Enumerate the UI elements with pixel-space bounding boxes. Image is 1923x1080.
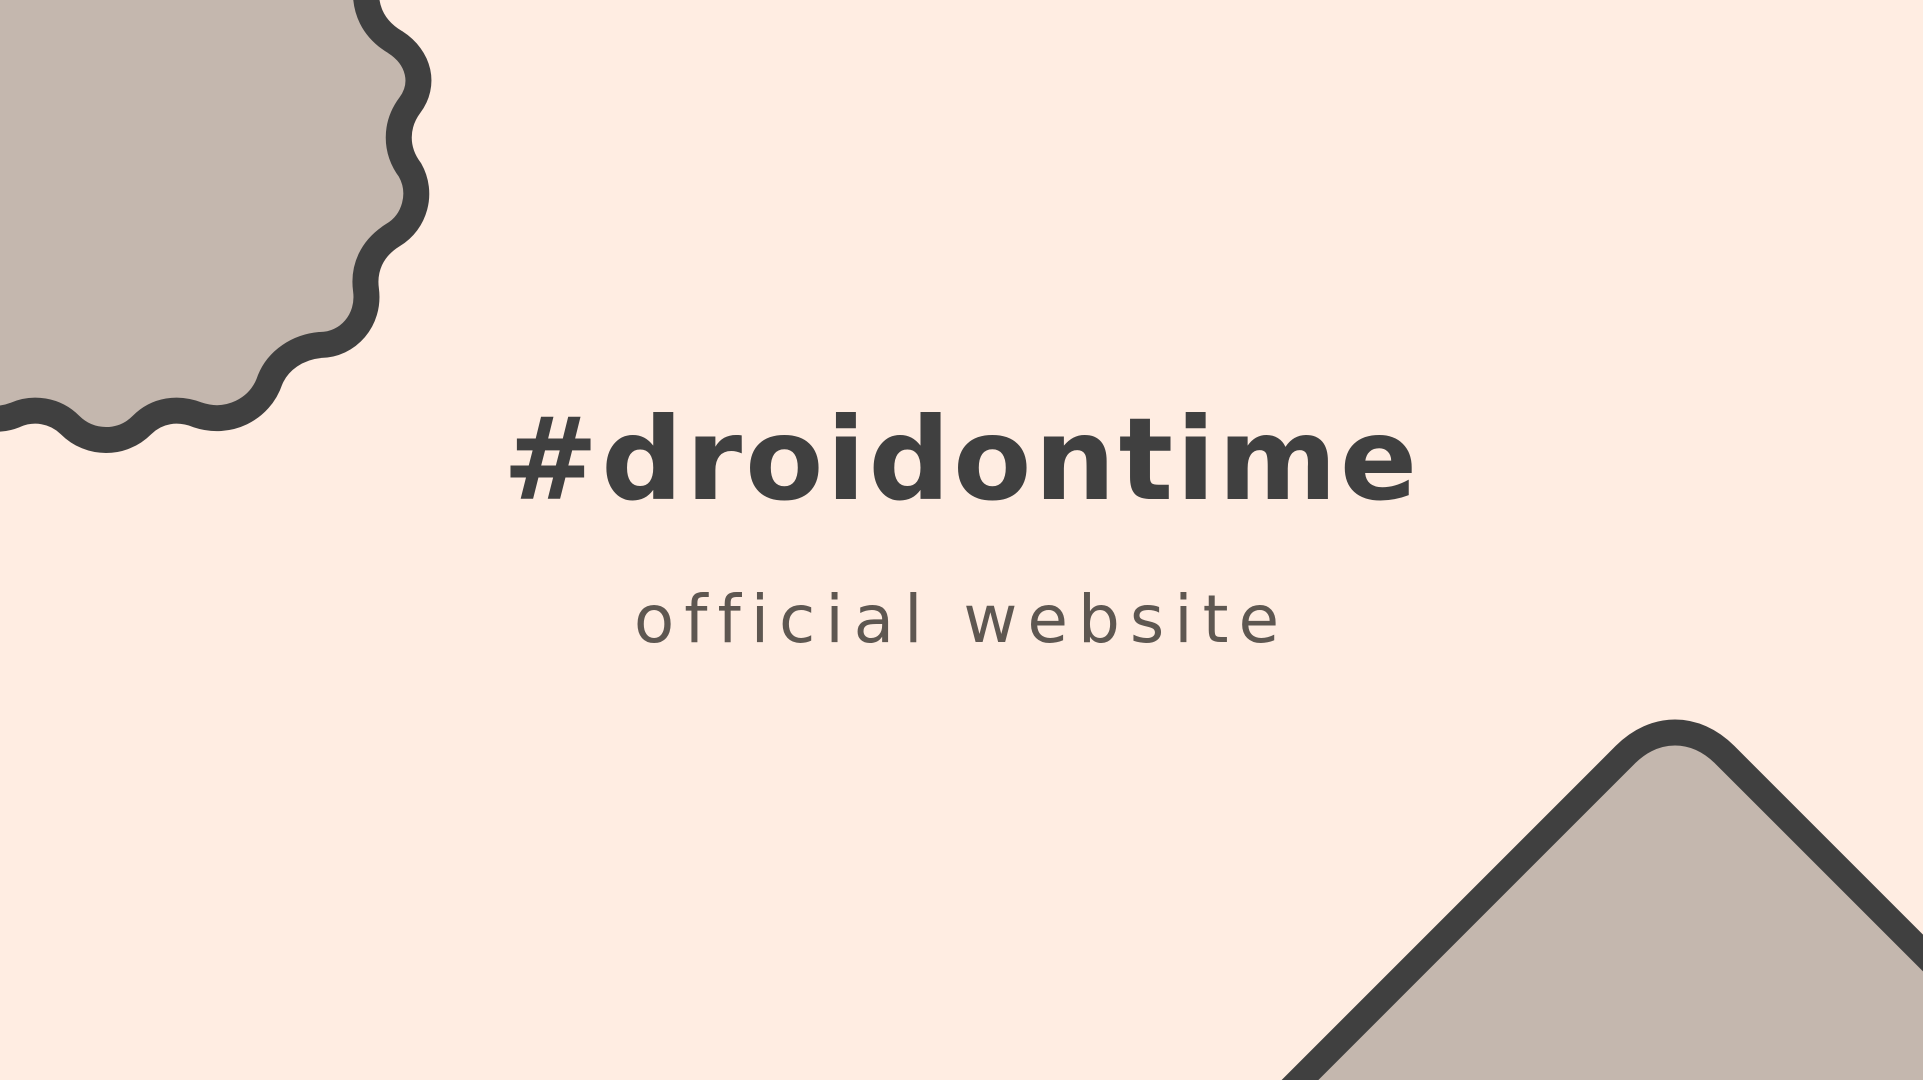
subtitle: official website xyxy=(633,581,1290,658)
hero: #droidontime official website xyxy=(0,0,1923,1080)
hashtag-title: #droidontime xyxy=(502,393,1421,526)
page: { "hero": { "title": "#droidontime", "su… xyxy=(0,0,1923,1080)
